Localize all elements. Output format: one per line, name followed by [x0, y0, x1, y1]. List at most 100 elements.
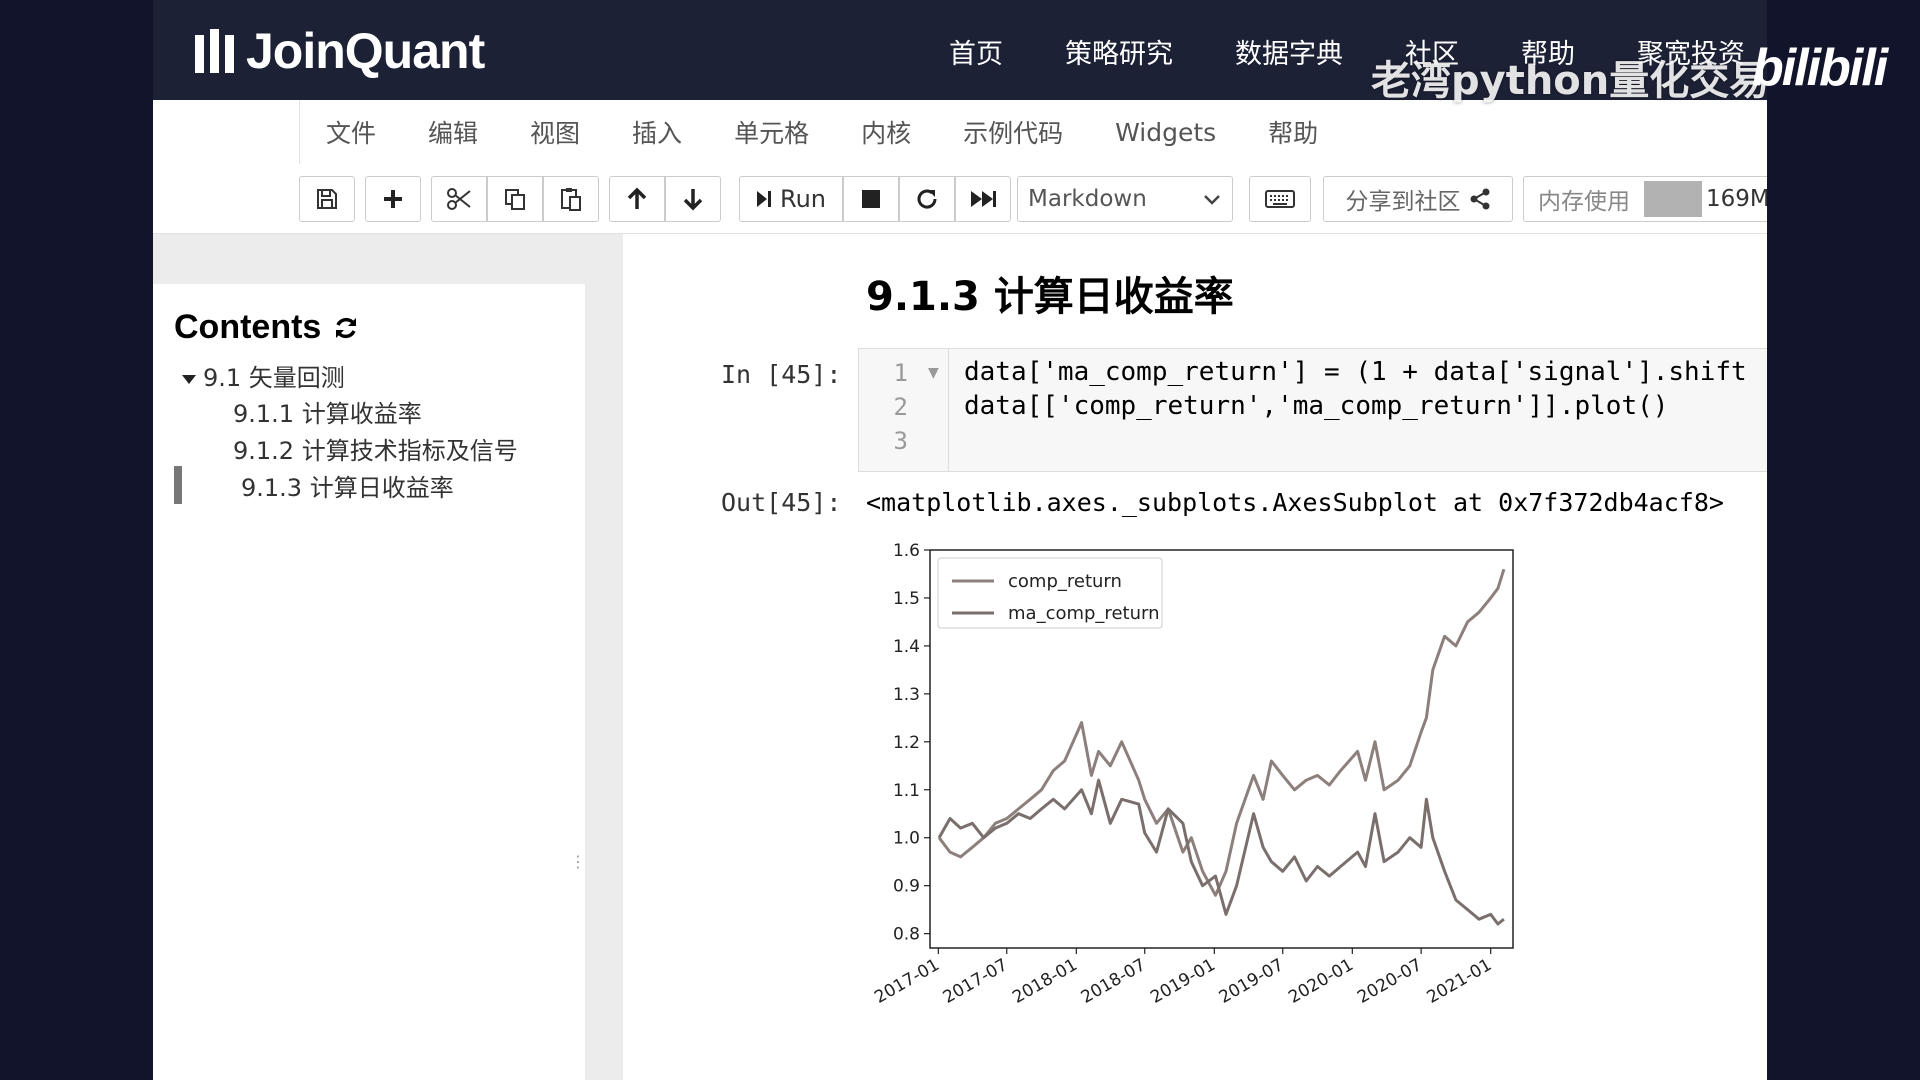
brand-logo[interactable]: JoinQuant — [195, 22, 485, 80]
y-tick-label: 0.9 — [893, 877, 920, 897]
refresh-icon[interactable] — [333, 315, 359, 341]
toc-active-marker — [174, 466, 182, 504]
toc-item-label: 9.1 矢量回测 — [203, 364, 345, 392]
y-tick-label: 1.4 — [893, 637, 920, 657]
memory-bar — [1644, 181, 1702, 217]
content-area: Contents 9.1 矢量回测 9.1.1 计算收益率 9.1.2 计算技术… — [153, 234, 1767, 1080]
y-tick-label: 1.2 — [893, 733, 920, 753]
memory-usage: 内存使用 169M — [1523, 176, 1767, 222]
copy-icon — [505, 189, 525, 210]
y-tick-label: 1.3 — [893, 685, 920, 705]
input-prompt: In [45]: — [721, 360, 842, 389]
x-tick-label: 2017-07 — [940, 955, 1012, 1008]
watermark-text: 老湾python量化交易 — [1371, 58, 1770, 104]
y-tick-label: 1.6 — [893, 541, 920, 561]
code-line[interactable]: data[['comp_return','ma_comp_return']].p… — [964, 391, 1668, 421]
menu-edit[interactable]: 编辑 — [402, 114, 504, 150]
cut-button[interactable] — [431, 176, 487, 222]
code-cell[interactable]: 1 ▼ 2 3 data['ma_comp_return'] = (1 + da… — [858, 348, 1767, 472]
run-button[interactable]: Run — [739, 176, 843, 222]
arrow-down-icon — [683, 189, 703, 211]
copy-button[interactable] — [487, 176, 543, 222]
fast-forward-icon — [971, 191, 996, 207]
x-tick-label: 2018-07 — [1078, 955, 1150, 1008]
menu-bar: 文件 编辑 视图 插入 单元格 内核 示例代码 Widgets 帮助 — [153, 100, 1767, 164]
output-prompt: Out[45]: — [721, 488, 842, 517]
cell-type-select[interactable]: Markdown — [1017, 176, 1233, 222]
run-icon — [756, 191, 771, 207]
notebook-area: 9.1.3 计算日收益率 In [45]: 1 ▼ 2 3 data['ma_c… — [623, 234, 1767, 1080]
notebook-toolbar: Run Markdown 分享到社区 内存使用 169M — [153, 164, 1767, 234]
memory-label: 内存使用 — [1538, 189, 1630, 215]
save-button[interactable] — [299, 176, 355, 222]
line-number: 2 — [893, 393, 908, 421]
line-gutter: 1 ▼ 2 3 — [859, 349, 949, 471]
toc-title-text: Contents — [174, 308, 322, 346]
panel-resize-handle[interactable]: ⋮ — [570, 852, 586, 871]
cell-type-value: Markdown — [1028, 186, 1147, 212]
y-tick-label: 0.8 — [893, 925, 920, 945]
toc-item-label: 9.1.3 计算日收益率 — [241, 474, 454, 502]
share-community-button[interactable]: 分享到社区 — [1323, 176, 1513, 222]
share-icon — [1470, 188, 1489, 210]
toc-panel: Contents 9.1 矢量回测 9.1.1 计算收益率 9.1.2 计算技术… — [153, 284, 586, 1080]
y-tick-label: 1.1 — [893, 781, 920, 801]
top-nav-strategy[interactable]: 策略研究 — [1065, 32, 1173, 71]
top-nav-data-dict[interactable]: 数据字典 — [1235, 32, 1343, 71]
x-tick-label: 2019-07 — [1216, 955, 1288, 1008]
arrow-up-icon — [627, 187, 647, 209]
chevron-down-icon — [1204, 195, 1220, 205]
caret-down-icon — [182, 375, 196, 384]
code-line[interactable]: data['ma_comp_return'] = (1 + data['sign… — [964, 357, 1747, 387]
line-chart: 0.8 0.9 1.0 1.1 1.2 1.3 1.4 1.5 1.6 2017-012017-0… — [871, 541, 1514, 1008]
stop-button[interactable] — [843, 176, 899, 222]
x-tick-label: 2020-01 — [1285, 955, 1357, 1008]
scissors-icon — [447, 188, 471, 210]
restart-button[interactable] — [899, 176, 955, 222]
toc-item-label: 9.1.1 计算收益率 — [233, 400, 422, 428]
toc-item-label: 9.1.2 计算技术指标及信号 — [233, 437, 518, 465]
toc-item-9-1-1[interactable]: 9.1.1 计算收益率 — [233, 394, 422, 429]
brand-name: JoinQuant — [246, 23, 485, 79]
move-up-button[interactable] — [609, 176, 665, 222]
toc-item-9-1-3[interactable]: 9.1.3 计算日收益率 — [241, 468, 454, 503]
legend-label: comp_return — [1008, 571, 1122, 592]
menu-cell[interactable]: 单元格 — [708, 114, 835, 150]
y-tick-label: 1.0 — [893, 829, 920, 849]
y-tick-label: 1.5 — [893, 589, 920, 609]
menu-help[interactable]: 帮助 — [1242, 114, 1344, 150]
menu-view[interactable]: 视图 — [504, 114, 606, 150]
stop-icon — [862, 190, 880, 208]
x-tick-label: 2021-01 — [1424, 955, 1496, 1008]
x-tick-label: 2017-01 — [871, 955, 943, 1008]
menu-examples[interactable]: 示例代码 — [937, 114, 1089, 150]
plus-icon — [384, 190, 402, 208]
output-text: <matplotlib.axes._subplots.AxesSubplot a… — [866, 488, 1724, 517]
menu-file[interactable]: 文件 — [300, 114, 402, 150]
paste-button[interactable] — [543, 176, 599, 222]
keyboard-shortcuts-button[interactable] — [1249, 176, 1311, 222]
share-label: 分享到社区 — [1345, 189, 1461, 215]
toc-item-9-1-2[interactable]: 9.1.2 计算技术指标及信号 — [233, 431, 518, 466]
menu-insert[interactable]: 插入 — [606, 114, 708, 150]
bilibili-logo: bilibili — [1752, 39, 1888, 97]
top-nav-home[interactable]: 首页 — [949, 32, 1003, 71]
save-icon — [317, 189, 337, 209]
logo-bars-icon — [195, 29, 234, 73]
menu-kernel[interactable]: 内核 — [835, 114, 937, 150]
add-cell-button[interactable] — [365, 176, 421, 222]
x-tick-label: 2018-01 — [1009, 955, 1081, 1008]
restart-icon — [917, 189, 937, 209]
x-tick-label: 2020-07 — [1354, 955, 1426, 1008]
move-down-button[interactable] — [665, 176, 721, 222]
line-number: 3 — [893, 427, 908, 455]
keyboard-icon — [1265, 190, 1295, 208]
toc-item-9-1[interactable]: 9.1 矢量回测 — [181, 358, 345, 393]
fold-arrow-icon[interactable]: ▼ — [928, 365, 939, 381]
section-heading: 9.1.3 计算日收益率 — [866, 274, 1234, 320]
line-number: 1 — [893, 359, 908, 387]
x-tick-label: 2019-01 — [1147, 955, 1219, 1008]
restart-run-all-button[interactable] — [955, 176, 1011, 222]
legend-label: ma_comp_return — [1008, 603, 1159, 624]
menu-widgets[interactable]: Widgets — [1089, 118, 1242, 147]
